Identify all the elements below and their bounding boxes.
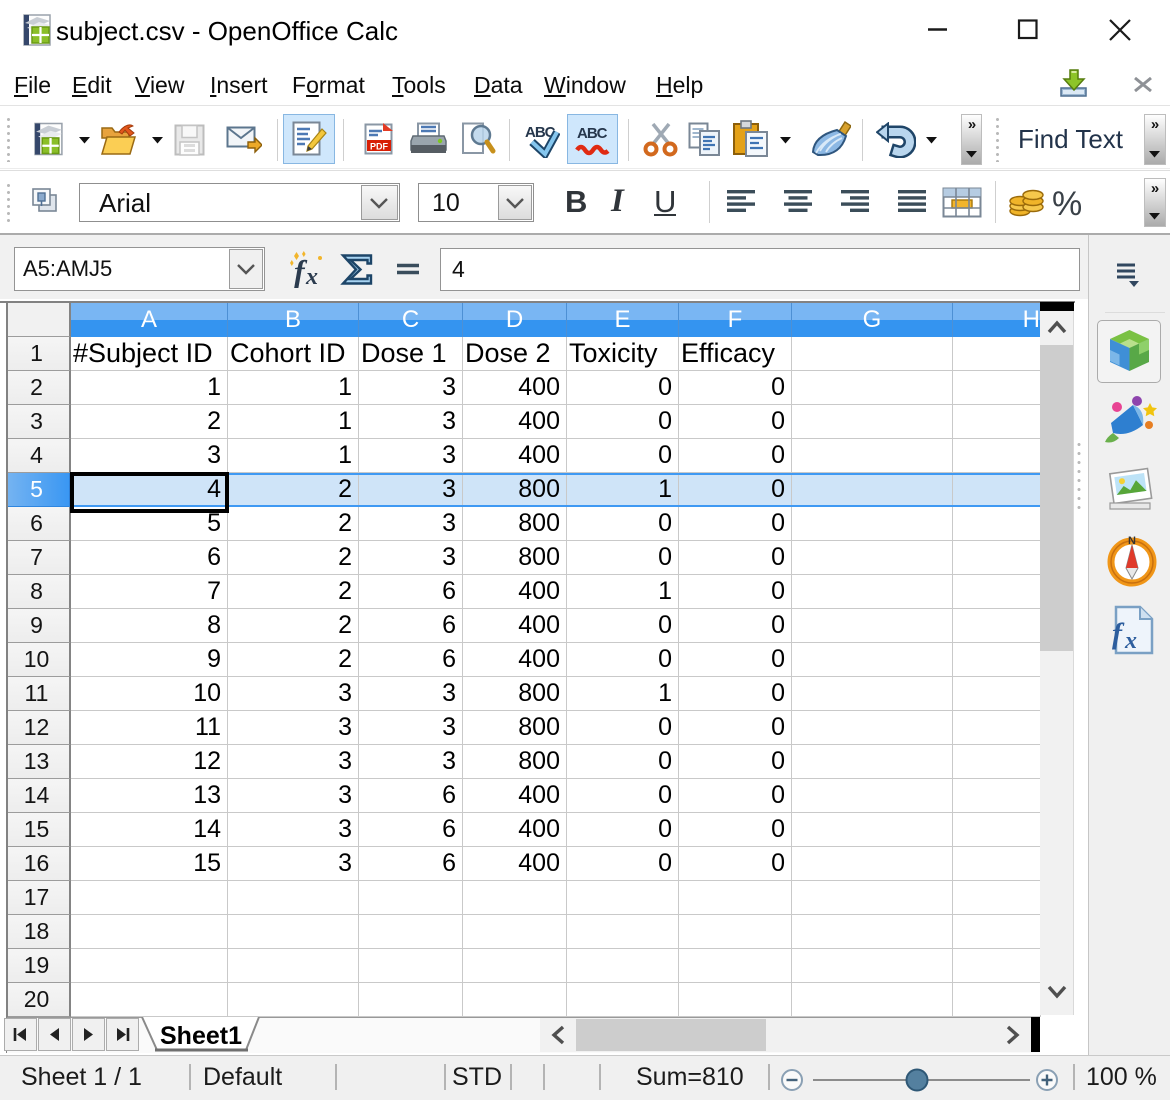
svg-text:x: x [305,264,318,288]
svg-text:ABC: ABC [577,125,608,142]
svg-text:N: N [1128,535,1136,547]
svg-text:PDF: PDF [370,142,389,152]
svg-text:x: x [1124,628,1137,654]
